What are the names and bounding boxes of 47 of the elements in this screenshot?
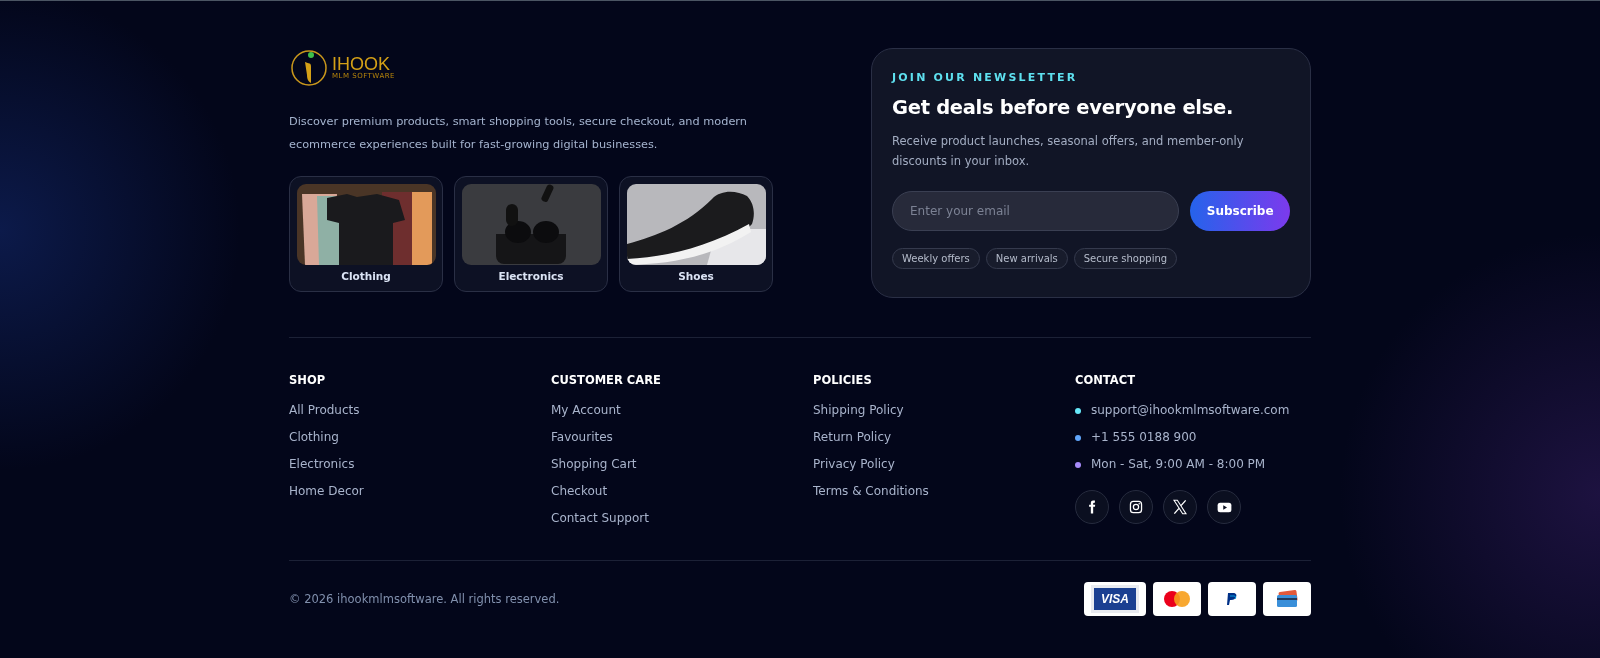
footer-link[interactable]: Favourites [551, 424, 613, 451]
category-label: Shoes [678, 270, 714, 282]
footer-link[interactable]: Shipping Policy [813, 397, 904, 424]
category-label: Electronics [498, 270, 564, 282]
category-card[interactable]: Clothing [289, 176, 443, 292]
footer-link[interactable]: Terms & Conditions [813, 478, 929, 505]
contact-text: +1 555 0188 900 [1091, 429, 1197, 446]
footer-link[interactable]: My Account [551, 397, 621, 424]
contact-text: Mon - Sat, 9:00 AM - 8:00 PM [1091, 456, 1266, 473]
social-button[interactable] [1075, 490, 1109, 524]
visa-logo: VISA [1091, 585, 1139, 613]
column-heading: POLICIES [813, 373, 872, 387]
footer-link[interactable]: Checkout [551, 478, 608, 505]
x-logo-icon [1172, 499, 1188, 515]
contact-text: support@ihookmlmsoftware.com [1091, 402, 1290, 419]
feature-tag: Secure shopping [1073, 248, 1178, 269]
category-label: Clothing [341, 270, 391, 282]
social-button[interactable] [1119, 490, 1153, 524]
footer-link[interactable]: Clothing [289, 424, 339, 451]
feature-tag: New arrivals [985, 248, 1068, 269]
footer-link[interactable]: Privacy Policy [813, 451, 895, 478]
subscribe-button[interactable]: Subscribe [1190, 191, 1290, 231]
newsletter-title: Get deals before everyone else. [892, 96, 1235, 119]
brand-description: Discover premium products, smart shopping tools, secure checkout, and modern ecommerce experiences built for fast-growing digital businesses. [289, 114, 748, 153]
social-button[interactable] [1207, 490, 1241, 524]
footer-link[interactable]: Contact Support [551, 505, 649, 532]
logo-emblem-icon [289, 48, 329, 88]
footer-link[interactable]: All Products [289, 397, 360, 424]
category-card[interactable]: Shoes [619, 176, 773, 292]
footer-link[interactable]: Shopping Cart [551, 451, 637, 478]
footer-link[interactable]: Electronics [289, 451, 355, 478]
column-heading: SHOP [289, 373, 326, 387]
footer-link[interactable]: Return Policy [813, 424, 892, 451]
feature-tag: Weekly offers [892, 248, 980, 269]
column-heading: CUSTOMER CARE [551, 373, 661, 387]
category-card[interactable]: Electronics [454, 176, 608, 292]
copyright-text: © 2026 ihookmlmsoftware. All rights reserved. [289, 592, 560, 606]
social-button[interactable] [1163, 490, 1197, 524]
column-heading: CONTACT [1075, 373, 1135, 387]
newsletter-text: Receive product launches, seasonal offers, and member-only discounts in your inbox. [892, 133, 1245, 170]
instagram-icon [1129, 500, 1143, 514]
brand-name: IHOOK [332, 56, 390, 72]
newsletter-eyebrow: JOIN OUR NEWSLETTER [892, 71, 1079, 84]
credit-cards-icon [1275, 590, 1299, 608]
email-field[interactable]: Enter your email [892, 191, 1180, 231]
footer-link[interactable]: Home Decor [289, 478, 364, 505]
p-letter-icon [1226, 592, 1238, 606]
